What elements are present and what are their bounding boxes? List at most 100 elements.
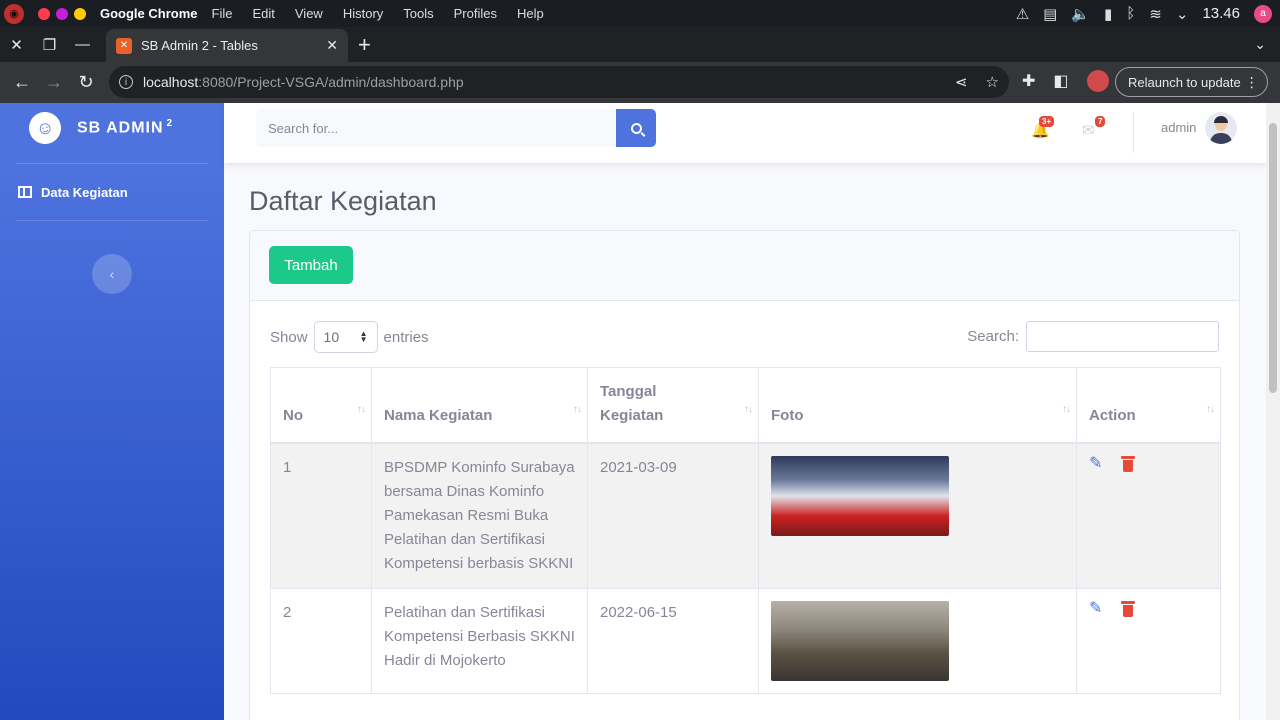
page-title: Daftar Kegiatan	[249, 186, 437, 216]
wifi-icon[interactable]: ≋	[1149, 5, 1162, 23]
os-top-bar: ◉ Google Chrome File Edit View History T…	[0, 0, 1280, 27]
side-panel-icon[interactable]: ◧	[1053, 71, 1068, 91]
table-search-input[interactable]	[1026, 321, 1219, 352]
profile-avatar-icon[interactable]	[1086, 70, 1109, 92]
column-header-no[interactable]: No ↑↓	[270, 367, 372, 444]
app-name: Google Chrome	[100, 6, 198, 21]
relaunch-button[interactable]: Relaunch to update ⋮	[1115, 67, 1268, 97]
alerts-dropdown[interactable]: 🔔 3+	[1031, 116, 1055, 141]
address-bar[interactable]: i localhost:8080/Project-VSGA/admin/dash…	[109, 66, 1009, 98]
clipboard-icon[interactable]: ▤	[1043, 5, 1057, 23]
distro-logo-icon[interactable]: ◉	[4, 3, 24, 24]
add-button[interactable]: Tambah	[269, 246, 353, 284]
restore-icon[interactable]: ❐	[33, 27, 66, 62]
sidebar-brand[interactable]: ☺ SB ADMIN 2	[0, 103, 224, 153]
card-header: Tambah	[250, 231, 1239, 301]
length-suffix: entries	[383, 328, 429, 346]
cell-foto	[758, 588, 1077, 694]
minimize-window-icon[interactable]	[56, 7, 68, 20]
column-header-tanggal[interactable]: Tanggal Kegiatan ↑↓	[587, 367, 759, 444]
maximize-window-icon[interactable]	[74, 7, 86, 20]
menu-view[interactable]: View	[295, 6, 323, 21]
search-icon	[630, 122, 642, 134]
site-info-icon[interactable]: i	[119, 75, 133, 89]
page-scrollbar[interactable]	[1266, 103, 1280, 720]
envelope-icon: ✉	[1082, 122, 1095, 139]
bookmark-star-icon[interactable]: ☆	[986, 73, 999, 91]
table-length-control: Show 10 ▲ ▼ entries	[270, 321, 429, 353]
menu-history[interactable]: History	[343, 6, 383, 21]
menu-edit[interactable]: Edit	[252, 6, 274, 21]
alerts-badge: 3+	[1039, 116, 1055, 127]
tab-close-icon[interactable]: ✕	[326, 37, 338, 54]
sidebar-item-data-kegiatan[interactable]: Data Kegiatan	[0, 164, 224, 220]
header-label: Foto	[771, 407, 804, 424]
entries-select[interactable]: 10 ▲ ▼	[313, 321, 378, 353]
forward-icon[interactable]: →	[38, 67, 70, 99]
cell-nama: Pelatihan dan Sertifikasi Kompetensi Ber…	[371, 588, 588, 694]
user-avatar-icon[interactable]: a	[1254, 4, 1272, 23]
relaunch-label: Relaunch to update	[1128, 74, 1241, 90]
row-actions: ✎	[1089, 456, 1208, 472]
search-button[interactable]	[616, 109, 656, 147]
sidebar-toggle-button[interactable]: ‹	[92, 254, 132, 294]
sort-icon: ↑↓	[1206, 404, 1215, 415]
new-tab-icon[interactable]: +	[358, 27, 371, 62]
avatar-body	[1210, 133, 1232, 144]
app-menu: File Edit View History Tools Profiles He…	[212, 6, 544, 21]
cell-tanggal: 2021-03-09	[587, 442, 759, 589]
share-icon[interactable]: ⋖	[955, 73, 968, 91]
minimize-icon[interactable]: —	[66, 27, 99, 62]
menu-help[interactable]: Help	[517, 6, 544, 21]
table-filter: Search:	[967, 321, 1219, 352]
sidebar: ☺ SB ADMIN 2 Data Kegiatan ‹	[0, 103, 224, 720]
extension-area: ✚ ◧	[1022, 70, 1109, 92]
event-photo	[771, 601, 949, 681]
sort-icon: ↑↓	[573, 404, 582, 415]
tab-search-chevron-icon[interactable]: ⌄	[1254, 27, 1266, 62]
entries-value: 10	[323, 329, 340, 345]
extensions-puzzle-icon[interactable]: ✚	[1022, 71, 1035, 91]
tab-favicon-icon: ✕	[116, 37, 132, 54]
user-name[interactable]: admin	[1161, 120, 1196, 135]
trash-icon[interactable]	[1121, 601, 1135, 617]
cell-no: 2	[270, 588, 372, 694]
trash-can	[1123, 460, 1133, 472]
more-menu-icon[interactable]: ⋮	[1245, 74, 1259, 91]
cell-action: ✎	[1076, 442, 1221, 589]
bluetooth-icon[interactable]: ᛒ	[1126, 5, 1135, 22]
reload-icon[interactable]: ↻	[70, 67, 102, 99]
chevron-down-icon[interactable]: ⌄	[1176, 5, 1189, 23]
column-header-nama[interactable]: Nama Kegiatan ↑↓	[371, 367, 588, 444]
window-controls	[38, 7, 86, 20]
volume-icon[interactable]: 🔈	[1071, 5, 1090, 23]
system-tray: ⚠ ▤ 🔈 ▮ ᛒ ≋ ⌄ 13.46 a	[1016, 0, 1272, 27]
scrollbar-thumb[interactable]	[1269, 123, 1277, 393]
cell-nama: BPSDMP Kominfo Surabaya bersama Dinas Ko…	[371, 442, 588, 589]
browser-tab[interactable]: ✕ SB Admin 2 - Tables ✕	[106, 29, 348, 62]
edit-icon[interactable]: ✎	[1089, 456, 1107, 472]
menu-tools[interactable]: Tools	[403, 6, 433, 21]
edit-icon[interactable]: ✎	[1089, 601, 1107, 617]
column-header-action[interactable]: Action ↑↓	[1076, 367, 1221, 444]
column-header-foto[interactable]: Foto ↑↓	[758, 367, 1077, 444]
clock[interactable]: 13.46	[1202, 5, 1240, 22]
header-label: Nama Kegiatan	[384, 407, 493, 424]
table-row: 2 Pelatihan dan Sertifikasi Kompetensi B…	[270, 588, 1221, 694]
menu-profiles[interactable]: Profiles	[454, 6, 497, 21]
user-profile-avatar[interactable]	[1205, 112, 1237, 144]
search-input[interactable]: Search for...	[256, 109, 616, 147]
trash-icon[interactable]	[1121, 456, 1135, 472]
cell-action: ✎	[1076, 588, 1221, 694]
close-icon[interactable]: ✕	[0, 27, 33, 62]
alert-icon[interactable]: ⚠	[1016, 5, 1029, 23]
data-table-card: Tambah Show 10 ▲ ▼ entries Search: No ↑↓ N…	[249, 230, 1240, 720]
battery-icon[interactable]: ▮	[1104, 5, 1112, 23]
url-path: :8080/Project-VSGA/admin/dashboard.php	[198, 74, 464, 90]
row-actions: ✎	[1089, 601, 1208, 617]
sidebar-divider	[16, 220, 208, 221]
close-window-icon[interactable]	[38, 7, 50, 20]
back-icon[interactable]: ←	[6, 67, 38, 99]
menu-file[interactable]: File	[212, 6, 233, 21]
messages-dropdown[interactable]: ✉ 7	[1082, 116, 1106, 141]
